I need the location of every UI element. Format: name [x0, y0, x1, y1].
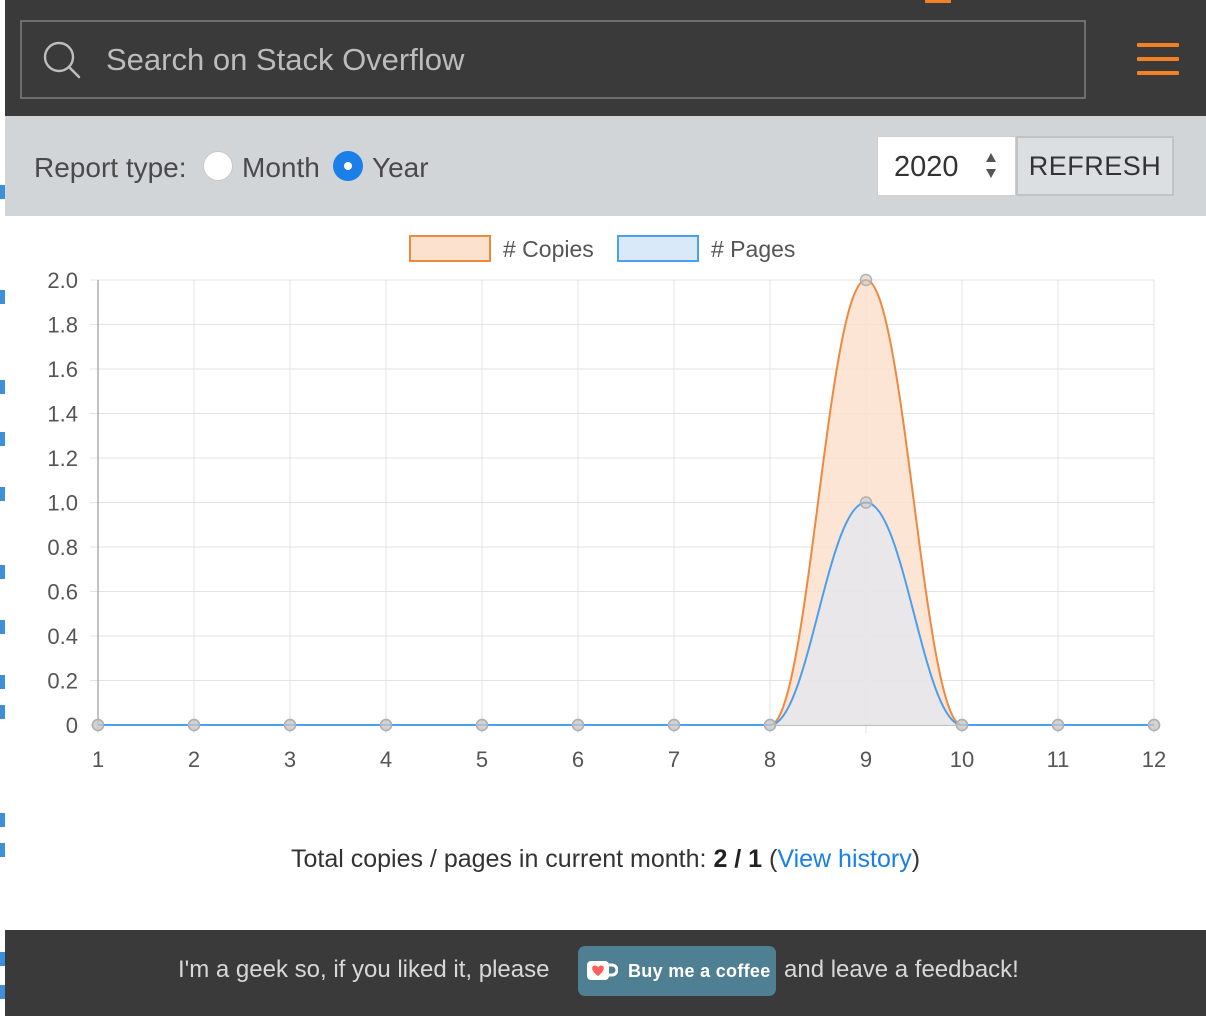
- series-area-1: [98, 502, 1154, 725]
- report-controls: Report type: Month Year 2020 REFRESH: [5, 116, 1206, 216]
- search-icon: [43, 41, 81, 78]
- radio-month[interactable]: [203, 151, 233, 181]
- y-tick-label: 1.6: [47, 357, 78, 382]
- data-point: [187, 718, 201, 732]
- y-tick-label: 0.6: [47, 580, 78, 605]
- data-point: [763, 718, 777, 732]
- hamburger-menu-icon[interactable]: [1137, 43, 1179, 75]
- legend-swatch: [409, 235, 491, 262]
- x-tick-label: 1: [92, 747, 104, 772]
- year-select[interactable]: 2020: [877, 136, 1016, 196]
- footer-text-before: I'm a geek so, if you liked it, please: [178, 956, 550, 983]
- data-point: [955, 718, 969, 732]
- data-point: [475, 718, 489, 732]
- data-point: [379, 718, 393, 732]
- series-line-1: [97, 501, 1154, 727]
- totals-line: Total copies / pages in current month: 2…: [290, 845, 921, 873]
- data-point: [571, 718, 585, 732]
- coffee-cup-icon: [587, 961, 618, 980]
- y-tick-label: 0.4: [47, 624, 78, 649]
- radio-year-label[interactable]: Year: [372, 152, 429, 184]
- x-tick-label: 5: [476, 747, 488, 772]
- search-input[interactable]: [104, 40, 1084, 79]
- year-select-value: 2020: [894, 151, 959, 183]
- usage-chart: 2.0 1.8 1.6 1.4 1.2 1.0 0.8 0.6 0.4 0.2 0 1 2 3 4 5 6 7 8 9…: [5, 216, 1206, 816]
- view-history-link[interactable]: View history: [777, 845, 911, 873]
- buy-me-a-coffee-button[interactable]: Buy me a coffee: [578, 946, 776, 996]
- x-tick-label: 4: [380, 747, 392, 772]
- data-point: [859, 496, 873, 509]
- radio-year[interactable]: [333, 151, 363, 181]
- refresh-button[interactable]: REFRESH: [1016, 136, 1174, 196]
- x-tick-label: 12: [1142, 747, 1166, 772]
- y-tick-label: 1.0: [47, 491, 78, 516]
- data-point: [859, 273, 873, 287]
- header: [5, 0, 1206, 116]
- extension-popup: Report type: Month Year 2020 REFRESH 2.0…: [5, 0, 1206, 1016]
- y-tick-label: 0.8: [47, 535, 78, 560]
- y-tick-label: 0: [66, 713, 78, 738]
- data-point: [1051, 718, 1065, 732]
- legend-label: # Pages: [711, 236, 795, 262]
- y-tick-label: 1.4: [47, 402, 78, 427]
- data-point: [91, 718, 105, 732]
- data-point: [667, 718, 681, 732]
- data-point: [1147, 718, 1161, 732]
- x-tick-label: 8: [764, 747, 776, 772]
- report-type-label: Report type:: [34, 152, 187, 183]
- y-tick-label: 1.2: [47, 446, 78, 471]
- y-tick-label: 0.2: [47, 669, 78, 694]
- legend-swatch: [617, 235, 699, 262]
- legend-label: # Copies: [503, 236, 594, 262]
- x-tick-label: 9: [860, 747, 872, 772]
- radio-month-label[interactable]: Month: [242, 152, 320, 184]
- search-box[interactable]: [20, 20, 1086, 99]
- totals-prefix: Total copies / pages in current month:: [290, 845, 707, 873]
- x-tick-label: 2: [188, 747, 200, 772]
- totals-value: 2 / 1: [713, 845, 763, 873]
- x-tick-label: 10: [950, 747, 974, 772]
- buy-me-a-coffee-label: Buy me a coffee: [628, 960, 771, 981]
- y-tick-label: 1.8: [47, 313, 78, 338]
- spinner-arrows-icon: [986, 153, 996, 178]
- chart-svg: 2.01.81.61.41.21.00.80.60.40.201 2 3 4 5 6 7 8 9…: [47, 235, 1166, 772]
- data-point: [283, 718, 297, 732]
- x-tick-label: 7: [668, 747, 680, 772]
- y-tick-label: 2.0: [47, 268, 78, 293]
- x-tick-label: 11: [1047, 747, 1070, 772]
- header-accent-bar: [925, 0, 951, 3]
- x-tick-label: 6: [572, 747, 584, 772]
- x-tick-label: 3: [284, 747, 296, 772]
- footer: I'm a geek so, if you liked it, please B…: [5, 930, 1206, 1016]
- footer-text-after: and leave a feedback!: [784, 956, 1019, 983]
